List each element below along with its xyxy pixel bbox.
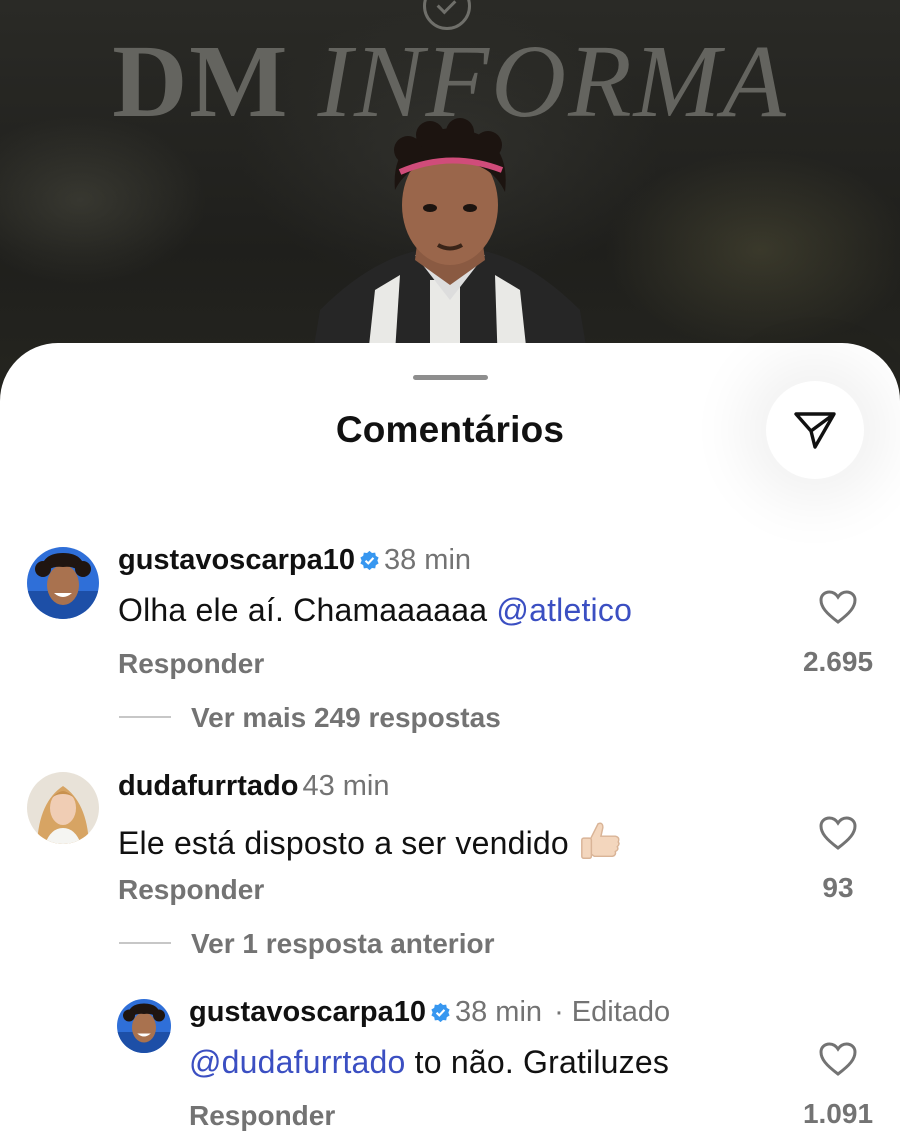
comment-time: 38 min — [454, 996, 543, 1028]
sheet-title: Comentários — [335, 409, 565, 450]
like-count: 1.091 — [802, 1098, 874, 1129]
thumbs-up-icon — [580, 822, 620, 859]
comment-text: Ele está disposto a ser vendido — [118, 818, 623, 864]
heart-icon[interactable] — [818, 1041, 858, 1077]
reply-button[interactable]: Responder — [189, 1100, 335, 1132]
mention-link[interactable]: @dudafurrtado — [189, 1044, 406, 1080]
comment-header: gustavoscarpa10 38 min — [118, 544, 471, 577]
reply-button[interactable]: Responder — [118, 648, 264, 680]
verified-badge-icon — [431, 1002, 450, 1023]
comment-body: Ele está disposto a ser vendido — [118, 825, 569, 861]
like-control[interactable] — [808, 1041, 868, 1082]
brand-left: DM — [112, 24, 290, 139]
avatar[interactable] — [117, 999, 171, 1053]
edited-label: · Editado — [554, 996, 671, 1028]
comment-text: @dudafurrtado to não. Gratiluzes — [189, 1044, 669, 1081]
comment-body: Olha ele aí. Chamaaaaaa — [118, 592, 488, 628]
reply-button[interactable]: Responder — [118, 874, 264, 906]
username[interactable]: gustavoscarpa10 — [189, 996, 426, 1028]
send-icon — [794, 412, 836, 449]
comment-time: 43 min — [302, 770, 390, 802]
like-control[interactable] — [808, 589, 868, 630]
comment-text: Olha ele aí. Chamaaaaaa @atletico — [118, 592, 632, 629]
view-replies-button[interactable]: Ver mais 249 respostas — [191, 702, 501, 734]
share-button[interactable] — [766, 381, 864, 479]
comment-body: to não. Gratiluzes — [414, 1044, 670, 1080]
heart-icon[interactable] — [818, 589, 858, 625]
comment-header: dudafurrtado 43 min — [118, 770, 389, 803]
like-control[interactable] — [808, 815, 868, 856]
view-replies-button[interactable]: Ver 1 resposta anterior — [191, 928, 494, 960]
heart-icon[interactable] — [818, 815, 858, 851]
comment-header: gustavoscarpa10 38 min · Editado — [189, 996, 670, 1029]
avatar[interactable] — [27, 547, 99, 619]
like-count: 93 — [822, 872, 854, 903]
username[interactable]: gustavoscarpa10 — [118, 544, 355, 576]
avatar[interactable] — [27, 772, 99, 844]
comments-sheet: Comentários gustavoscarpa10 38 min Olha e… — [0, 343, 900, 1148]
verified-badge-icon — [360, 550, 379, 571]
comment-time: 38 min — [383, 544, 472, 576]
like-count: 2.695 — [802, 646, 874, 677]
username[interactable]: dudafurrtado — [118, 770, 298, 802]
sheet-grabber[interactable] — [413, 375, 488, 380]
mention-link[interactable]: @atletico — [496, 592, 632, 628]
